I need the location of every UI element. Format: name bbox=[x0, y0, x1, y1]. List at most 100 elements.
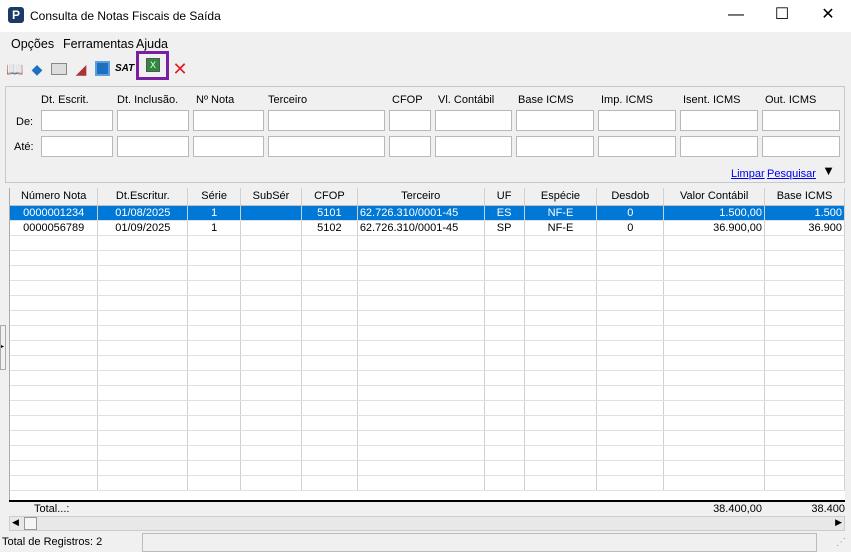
table-cell bbox=[524, 265, 598, 281]
blue-book-icon[interactable]: ◆ bbox=[28, 60, 46, 78]
limpar-link[interactable]: Limpar bbox=[731, 168, 765, 180]
column-header[interactable]: SubSér bbox=[240, 188, 302, 206]
dt-escrit-de-input[interactable] bbox=[41, 110, 113, 131]
menu-ferramentas[interactable]: Ferramentas bbox=[63, 37, 134, 51]
eraser-icon[interactable]: ◢ bbox=[72, 60, 90, 78]
column-header[interactable]: UF bbox=[484, 188, 525, 206]
sat-icon[interactable]: SAT bbox=[115, 60, 134, 78]
dt-inclusao-ate-input[interactable] bbox=[117, 136, 189, 157]
table-cell bbox=[357, 250, 485, 266]
table-cell[interactable]: 1.500,00 bbox=[663, 205, 766, 221]
out-icms-ate-input[interactable] bbox=[762, 136, 840, 157]
table-cell[interactable]: 1 bbox=[187, 205, 242, 221]
table-row[interactable]: 0000001234 01/08/2025 1 5101 62.726.310/0001… bbox=[10, 205, 845, 221]
imp-icms-de-input[interactable] bbox=[598, 110, 676, 131]
isent-icms-ate-input[interactable] bbox=[680, 136, 758, 157]
dt-escrit-ate-input[interactable] bbox=[41, 136, 113, 157]
minimize-button[interactable]: — bbox=[713, 0, 759, 32]
table-cell[interactable]: ES bbox=[484, 205, 525, 221]
table-cell[interactable] bbox=[240, 205, 302, 221]
empty-row bbox=[10, 310, 845, 326]
table-cell bbox=[301, 445, 358, 461]
scroll-right-arrow[interactable]: ▶ bbox=[835, 517, 842, 528]
table-cell[interactable]: 5101 bbox=[301, 205, 358, 221]
notes-grid: Número Nota Dt.Escritur. Série SubSér CFOP Te… bbox=[9, 188, 845, 516]
table-cell bbox=[240, 460, 302, 476]
cfop-ate-input[interactable] bbox=[389, 136, 431, 157]
vl-contabil-de-input[interactable] bbox=[435, 110, 512, 131]
horizontal-scrollbar[interactable]: ◀ ▶ bbox=[9, 516, 845, 531]
table-cell bbox=[663, 250, 766, 266]
table-cell[interactable]: NF-E bbox=[524, 205, 598, 221]
table-cell[interactable]: 62.726.310/0001-45 bbox=[357, 205, 485, 221]
table-cell bbox=[301, 370, 358, 386]
table-cell[interactable]: 36.900,00 bbox=[663, 220, 766, 236]
table-cell[interactable]: 1.500 bbox=[764, 205, 845, 221]
window-icon[interactable] bbox=[51, 63, 67, 75]
pesquisar-link[interactable]: Pesquisar bbox=[767, 168, 816, 180]
vl-contabil-ate-input[interactable] bbox=[435, 136, 512, 157]
expand-arrow-button[interactable]: ▼ bbox=[818, 162, 839, 179]
scroll-left-arrow[interactable]: ◀ bbox=[12, 517, 19, 528]
table-cell bbox=[240, 415, 302, 431]
table-cell[interactable]: 62.726.310/0001-45 bbox=[357, 220, 485, 236]
menu-opcoes[interactable]: Opções bbox=[11, 37, 54, 51]
table-cell bbox=[596, 235, 665, 251]
column-header[interactable]: CFOP bbox=[301, 188, 358, 206]
empty-row bbox=[10, 325, 845, 341]
table-row[interactable]: 0000056789 01/09/2025 1 5102 62.726.310/0001… bbox=[10, 220, 845, 236]
table-cell bbox=[357, 460, 485, 476]
column-header[interactable]: Série bbox=[187, 188, 242, 206]
base-icms-de-input[interactable] bbox=[516, 110, 594, 131]
maximize-button[interactable]: ☐ bbox=[759, 0, 805, 32]
table-cell[interactable]: SP bbox=[484, 220, 525, 236]
menu-ajuda[interactable]: Ajuda bbox=[136, 37, 168, 51]
table-cell[interactable]: 01/09/2025 bbox=[97, 220, 189, 236]
open-book-icon[interactable]: 📖 bbox=[6, 60, 24, 78]
table-cell[interactable]: 0000056789 bbox=[10, 220, 99, 236]
table-cell[interactable]: 1 bbox=[187, 220, 242, 236]
table-cell[interactable]: 0 bbox=[596, 220, 665, 236]
table-cell bbox=[596, 355, 665, 371]
table-cell[interactable]: 0 bbox=[596, 205, 665, 221]
export-excel-button[interactable]: X bbox=[136, 51, 169, 80]
isent-icms-de-input[interactable] bbox=[680, 110, 758, 131]
table-cell[interactable] bbox=[240, 220, 302, 236]
table-cell[interactable]: NF-E bbox=[524, 220, 598, 236]
table-cell[interactable]: 36.900 bbox=[764, 220, 845, 236]
dt-inclusao-de-input[interactable] bbox=[117, 110, 189, 131]
blue-document-icon[interactable] bbox=[95, 61, 110, 76]
table-cell bbox=[663, 325, 766, 341]
imp-icms-ate-input[interactable] bbox=[598, 136, 676, 157]
column-header[interactable]: Base ICMS bbox=[764, 188, 845, 206]
empty-row bbox=[10, 415, 845, 431]
resize-grip-icon[interactable]: ⋰ bbox=[836, 537, 846, 548]
close-x-icon[interactable]: ✕ bbox=[171, 60, 189, 78]
column-header[interactable]: Dt.Escritur. bbox=[97, 188, 189, 206]
column-header[interactable]: Número Nota bbox=[10, 188, 99, 206]
close-button[interactable]: ✕ bbox=[805, 0, 851, 32]
terceiro-de-input[interactable] bbox=[268, 110, 385, 131]
column-header[interactable]: Valor Contábil bbox=[663, 188, 766, 206]
column-header[interactable]: Espécie bbox=[524, 188, 598, 206]
column-header[interactable]: Desdob bbox=[596, 188, 665, 206]
table-cell bbox=[187, 415, 242, 431]
out-icms-de-input[interactable] bbox=[762, 110, 840, 131]
nota-ate-input[interactable] bbox=[193, 136, 264, 157]
terceiro-ate-input[interactable] bbox=[268, 136, 385, 157]
base-icms-ate-input[interactable] bbox=[516, 136, 594, 157]
table-cell bbox=[187, 325, 242, 341]
cfop-de-input[interactable] bbox=[389, 110, 431, 131]
label-ate: Até: bbox=[14, 141, 34, 153]
nota-de-input[interactable] bbox=[193, 110, 264, 131]
empty-row bbox=[10, 475, 845, 491]
table-cell[interactable]: 01/08/2025 bbox=[97, 205, 189, 221]
table-cell[interactable]: 5102 bbox=[301, 220, 358, 236]
table-cell bbox=[301, 415, 358, 431]
table-cell[interactable]: 0000001234 bbox=[10, 205, 99, 221]
side-collapse-handle[interactable]: ▸ bbox=[0, 325, 6, 370]
total-valor-contabil: 38.400,00 bbox=[713, 503, 762, 515]
table-cell bbox=[97, 265, 189, 281]
column-header[interactable]: Terceiro bbox=[357, 188, 485, 206]
scroll-thumb[interactable] bbox=[24, 517, 37, 530]
